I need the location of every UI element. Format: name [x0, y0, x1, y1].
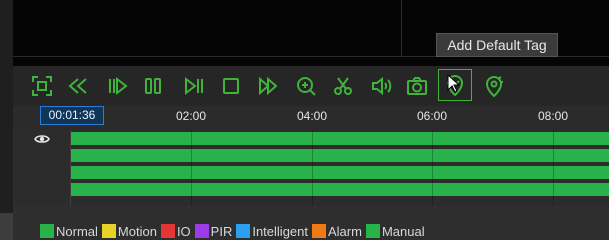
legend-label: Normal	[56, 223, 98, 239]
pause-button[interactable]	[139, 72, 167, 100]
timeline-gridline	[553, 130, 554, 206]
recording-track-bar[interactable]	[71, 183, 609, 196]
legend-item-io: IO	[160, 223, 191, 239]
legend-item-manual: Manual	[365, 223, 425, 239]
zoom-in-button[interactable]	[292, 72, 320, 100]
recording-track-bar[interactable]	[71, 132, 609, 145]
legend-item-pir: PIR	[194, 223, 233, 239]
step-forward-button[interactable]	[180, 72, 208, 100]
clip-button[interactable]	[329, 72, 357, 100]
step-back-button[interactable]	[103, 72, 131, 100]
timeline-gridline	[432, 130, 433, 206]
legend-swatch	[101, 224, 116, 238]
left-edge-strip	[0, 0, 13, 240]
legend-swatch	[40, 224, 54, 238]
legend-swatch	[312, 224, 326, 238]
timeline-gridline	[312, 130, 313, 206]
left-edge-strip-lower	[0, 213, 13, 240]
timeline-gridline	[191, 130, 192, 206]
rewind-icon	[68, 78, 87, 94]
stop-button[interactable]	[217, 72, 245, 100]
legend-label: Manual	[381, 223, 425, 239]
stop-icon	[223, 78, 239, 94]
volume-icon	[372, 76, 392, 96]
time-tick-label: 04:00	[297, 109, 328, 123]
mouse-pointer-icon	[447, 74, 461, 93]
add-custom-tag-icon	[485, 76, 503, 98]
fullscreen-icon	[32, 76, 52, 96]
rewind-button[interactable]	[64, 72, 92, 100]
legend-label: Motion	[117, 223, 157, 239]
legend-label: IO	[176, 223, 191, 239]
legend-label: PIR	[210, 223, 233, 239]
snapshot-button[interactable]	[403, 72, 431, 100]
fullscreen-button[interactable]	[28, 72, 56, 100]
volume-button[interactable]	[367, 72, 395, 100]
step-back-icon	[109, 76, 128, 96]
current-time-marker[interactable]: 00:01:36	[40, 106, 104, 125]
legend-swatch	[160, 224, 175, 238]
legend-item-normal: Normal	[40, 224, 98, 239]
fast-forward-icon	[259, 76, 278, 96]
legend-label: Intelligent	[252, 223, 308, 239]
legend-item-alarm: Alarm	[312, 224, 362, 239]
recording-track-bar[interactable]	[71, 149, 609, 162]
legend-swatch	[194, 224, 209, 238]
time-tick-label: 08:00	[538, 109, 569, 123]
recording-track-bar[interactable]	[71, 166, 609, 179]
legend-item-motion: Motion	[101, 223, 157, 239]
fast-forward-button[interactable]	[254, 72, 282, 100]
clip-scissors-icon	[334, 77, 352, 95]
tooltip: Add Default Tag	[436, 33, 558, 57]
legend-item-intelligent: Intelligent	[236, 224, 308, 239]
eye-icon[interactable]	[34, 133, 50, 145]
video-pane-divider	[401, 0, 402, 56]
time-tick-label: 06:00	[417, 109, 448, 123]
zoom-in-icon	[297, 77, 316, 96]
legend-label: Alarm	[328, 223, 362, 239]
pause-icon	[145, 78, 161, 94]
recording-type-legend: Normal Motion IO PIR Intelligent Alarm M…	[40, 222, 429, 240]
step-forward-icon	[185, 76, 203, 96]
time-tick-label: 02:00	[176, 109, 207, 123]
add-custom-tag-button[interactable]	[480, 72, 508, 100]
snapshot-camera-icon	[407, 77, 427, 95]
legend-swatch	[365, 224, 380, 238]
playback-panel: Add Default Tag 02:00 04:00 06:00 08:00 …	[0, 0, 609, 240]
legend-swatch	[236, 224, 251, 238]
